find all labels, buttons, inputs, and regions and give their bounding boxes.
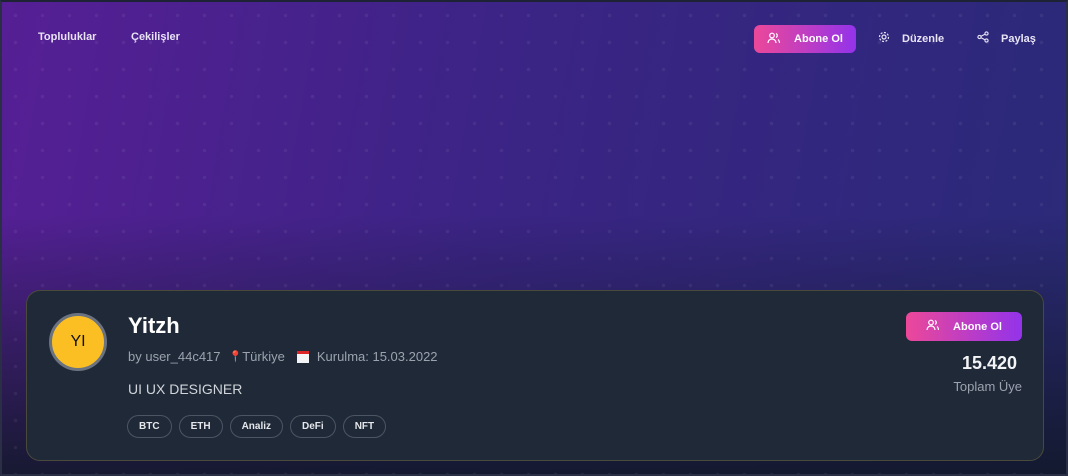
tag-list: BTC ETH Analiz DeFi NFT (127, 415, 387, 438)
share-icon (977, 31, 989, 46)
edit-button[interactable]: Düzenle (878, 31, 944, 46)
community-meta: by user_44c417 📍 Türkiye Kurulma: 15.03.… (128, 349, 438, 364)
founded-date: Kurulma: 15.03.2022 (316, 349, 438, 364)
community-card: YI Yitzh by user_44c417 📍 Türkiye Kurulm… (26, 290, 1044, 461)
member-count-label: Toplam Üye (953, 379, 1022, 394)
share-label: Paylaş (1001, 32, 1036, 45)
nav-communities[interactable]: Topluluklar (38, 31, 96, 43)
community-description: UI UX DESIGNER (128, 381, 243, 397)
avatar: YI (49, 313, 107, 371)
calendar-icon (296, 350, 309, 363)
share-button[interactable]: Paylaş (977, 31, 1036, 46)
header-subscribe-button[interactable]: Abone Ol (754, 25, 856, 53)
member-count: 15.420 (961, 353, 1017, 373)
tag[interactable]: ETH (178, 415, 223, 438)
users-icon (767, 32, 781, 47)
pin-icon: 📍 (228, 351, 243, 363)
gear-icon (878, 31, 890, 46)
nav-giveaways[interactable]: Çekilişler (131, 31, 180, 43)
tag[interactable]: DeFi (290, 415, 336, 438)
card-subscribe-button[interactable]: Abone Ol (906, 312, 1022, 341)
tag[interactable]: BTC (127, 415, 172, 438)
users-icon (926, 319, 940, 334)
location: Türkiye (242, 349, 285, 364)
community-name: Yitzh (128, 313, 180, 338)
subscribe-label: Abone Ol (794, 33, 843, 45)
edit-label: Düzenle (902, 32, 945, 45)
tag[interactable]: Analiz (229, 415, 284, 438)
subscribe-label: Abone Ol (953, 320, 1002, 333)
owner: by user_44c417 (128, 349, 221, 364)
tag[interactable]: NFT (342, 415, 387, 438)
